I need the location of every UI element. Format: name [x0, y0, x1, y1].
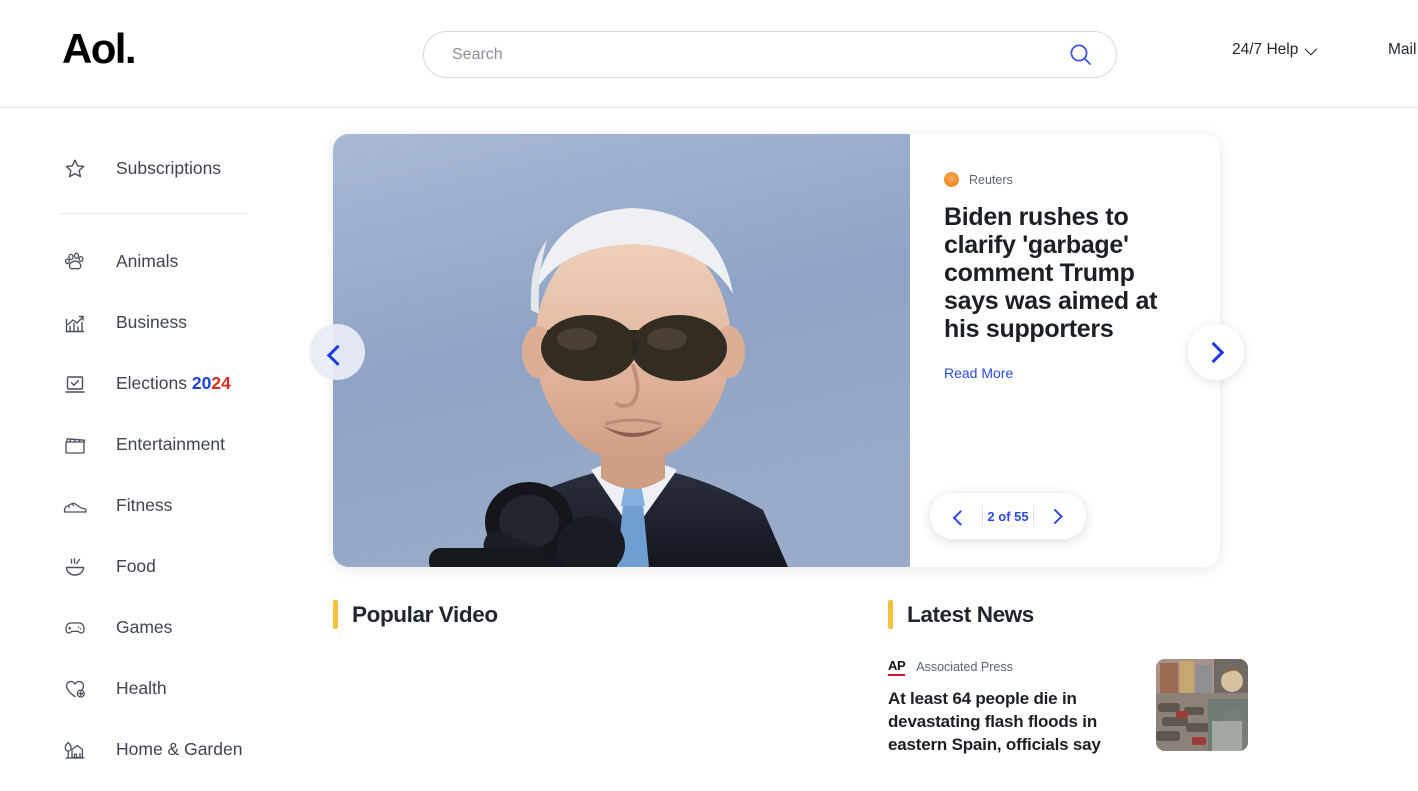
main-content: Reuters Biden rushes to clarify 'garbage…	[300, 108, 1418, 754]
hero-photo-illustration	[333, 134, 910, 567]
sidebar-item-label: Business	[116, 312, 188, 332]
election-year-red: 24	[211, 373, 231, 393]
chevron-left-icon	[952, 509, 968, 526]
hero-carousel-card: Reuters Biden rushes to clarify 'garbage…	[309, 134, 1244, 567]
sidebar-item-games[interactable]: Games	[0, 597, 300, 658]
election-year-blue: 20	[191, 373, 212, 393]
section-accent-bar	[333, 600, 338, 629]
news-headline[interactable]: At least 64 people die in devastating fl…	[888, 688, 1138, 757]
sneaker-icon	[62, 493, 88, 519]
latest-news-section: Latest News AP Associated Press At least…	[888, 600, 1248, 756]
pager-divider	[982, 505, 984, 527]
chevron-left-icon	[326, 344, 348, 366]
section-title: Popular Video	[352, 601, 498, 627]
sidebar-item-label: Subscriptions	[116, 158, 222, 178]
pager-prev-button[interactable]	[940, 496, 980, 536]
hero-source-row: Reuters	[944, 172, 1186, 187]
news-thumbnail[interactable]	[1156, 659, 1248, 751]
chevron-right-icon	[1046, 508, 1063, 524]
site-header: Aol. 24/7 Help Mail	[0, 0, 1418, 108]
hero-source-name: Reuters	[969, 172, 1013, 187]
sidebar-item-label: Health	[116, 678, 167, 698]
sidebar-item-elections[interactable]: Elections 2024	[0, 353, 300, 414]
sidebar-item-subscriptions[interactable]: Subscriptions	[0, 138, 300, 199]
pager-next-button[interactable]	[1036, 496, 1076, 536]
chevron-right-icon	[1202, 341, 1224, 363]
content-sections: Popular Video Latest News AP Associated …	[333, 600, 1418, 756]
flood-photo-illustration	[1156, 659, 1248, 751]
search-button[interactable]	[1066, 40, 1096, 70]
carousel-prev-button[interactable]	[309, 324, 365, 380]
sidebar-item-fitness[interactable]: Fitness	[0, 475, 300, 536]
section-title: Latest News	[907, 601, 1034, 627]
help-label: 24/7 Help	[1232, 41, 1299, 58]
star-icon	[62, 156, 88, 182]
latest-news-heading: Latest News	[888, 600, 1248, 629]
ap-logo-icon: AP	[888, 659, 906, 676]
list-item[interactable]: AP Associated Press At least 64 people d…	[888, 659, 1248, 756]
hero-headline[interactable]: Biden rushes to clarify 'garbage' commen…	[944, 203, 1186, 343]
mail-link[interactable]: Mail	[1388, 41, 1416, 59]
search-icon	[1070, 44, 1091, 65]
sidebar-divider	[60, 213, 246, 214]
bowl-icon	[62, 554, 88, 580]
sidebar-item-label: Entertainment	[116, 434, 225, 454]
gamepad-icon	[62, 615, 88, 641]
news-source-name: Associated Press	[916, 660, 1013, 675]
heart-plus-icon	[62, 676, 88, 702]
aol-logo[interactable]: Aol.	[62, 28, 137, 70]
carousel-next-button[interactable]	[1188, 324, 1244, 380]
read-more-link[interactable]: Read More	[944, 365, 1013, 381]
news-source-row: AP Associated Press	[888, 659, 1138, 676]
hero-article-image[interactable]	[333, 134, 910, 567]
sidebar-item-label: Food	[116, 556, 156, 576]
sidebar-item-business[interactable]: Business	[0, 292, 300, 353]
sidebar-item-label: Home & Garden	[116, 739, 243, 759]
news-item-body: AP Associated Press At least 64 people d…	[888, 659, 1138, 756]
popular-video-section: Popular Video	[333, 600, 863, 756]
clapperboard-icon	[62, 432, 88, 458]
pager-divider	[1032, 505, 1034, 527]
sidebar-item-food[interactable]: Food	[0, 536, 300, 597]
sidebar-item-label: Games	[116, 617, 173, 637]
chart-growth-icon	[62, 310, 88, 336]
sidebar-item-entertainment[interactable]: Entertainment	[0, 414, 300, 475]
carousel-pager: 2 of 55	[930, 493, 1086, 539]
sidebar-item-home-garden[interactable]: Home & Garden	[0, 719, 300, 780]
search-bar[interactable]	[423, 31, 1117, 78]
sidebar-item-label: Fitness	[116, 495, 173, 515]
reuters-logo-icon	[944, 172, 959, 187]
popular-video-heading: Popular Video	[333, 600, 863, 629]
page-body: Subscriptions Animals Business Elections…	[0, 108, 1418, 791]
ballot-box-icon	[62, 371, 88, 397]
chevron-down-icon	[1304, 42, 1318, 55]
search-input[interactable]	[424, 32, 1024, 77]
sidebar-item-label: Animals	[116, 251, 179, 271]
house-tree-icon	[62, 737, 88, 763]
sidebar-nav: Subscriptions Animals Business Elections…	[0, 108, 300, 780]
section-accent-bar	[888, 600, 893, 629]
sidebar-item-health[interactable]: Health	[0, 658, 300, 719]
paw-icon	[62, 249, 88, 275]
help-menu[interactable]: 24/7 Help	[1232, 41, 1318, 59]
sidebar-item-label: Elections 2024	[116, 373, 231, 393]
pager-count-label: 2 of 55	[987, 508, 1029, 524]
sidebar-item-animals[interactable]: Animals	[0, 231, 300, 292]
